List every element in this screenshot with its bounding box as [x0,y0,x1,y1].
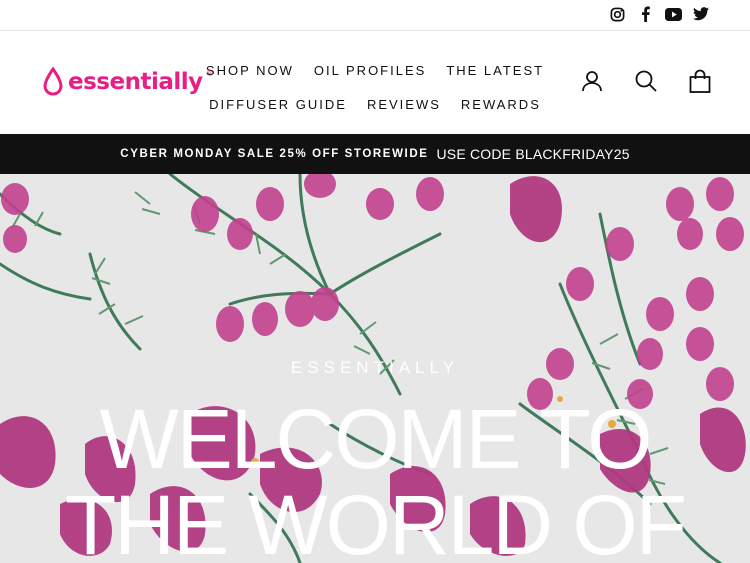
nav-row-2: DIFFUSER GUIDE REVIEWS REWARDS [209,87,541,121]
site-header: essentially ® SHOP NOW OIL PROFILES THE … [0,31,750,134]
cart-icon[interactable] [688,69,712,93]
nav-rewards[interactable]: REWARDS [461,97,541,112]
promo-bar[interactable]: CYBER MONDAY SALE 25% OFF STOREWIDE USE … [0,134,750,174]
promo-headline: CYBER MONDAY SALE 25% OFF STOREWIDE [120,148,429,160]
hero-subtitle: ESSENTIALLY [290,358,460,377]
nav-oil-profiles[interactable]: OIL PROFILES [314,63,426,78]
header-tools [580,69,712,93]
main-nav: SHOP NOW OIL PROFILES THE LATEST DIFFUSE… [206,53,542,121]
social-links [608,5,710,23]
nav-shop-now[interactable]: SHOP NOW [206,63,294,78]
hero-banner[interactable]: ESSENTIALLY WELCOME TO THE WORLD OF [0,174,750,563]
hero-title: WELCOME TO THE WORLD OF [0,396,750,563]
account-icon[interactable] [580,69,604,93]
drop-logo-icon [43,67,63,96]
brand-logo[interactable]: essentially ® [42,67,213,97]
search-icon[interactable] [634,69,658,93]
promo-code: USE CODE BLACKFRIDAY25 [436,146,630,162]
nav-row-1: SHOP NOW OIL PROFILES THE LATEST [206,53,542,87]
nav-the-latest[interactable]: THE LATEST [446,63,544,78]
facebook-icon[interactable] [636,5,654,23]
hero-title-line-1: WELCOME TO [99,392,653,486]
brand-name: essentially [68,69,203,95]
nav-reviews[interactable]: REVIEWS [367,97,441,112]
instagram-icon[interactable] [608,5,626,23]
nav-diffuser-guide[interactable]: DIFFUSER GUIDE [209,97,347,112]
hero-title-line-2: THE WORLD OF [65,478,687,563]
youtube-icon[interactable] [664,5,682,23]
twitter-icon[interactable] [692,5,710,23]
social-bar [0,0,750,30]
